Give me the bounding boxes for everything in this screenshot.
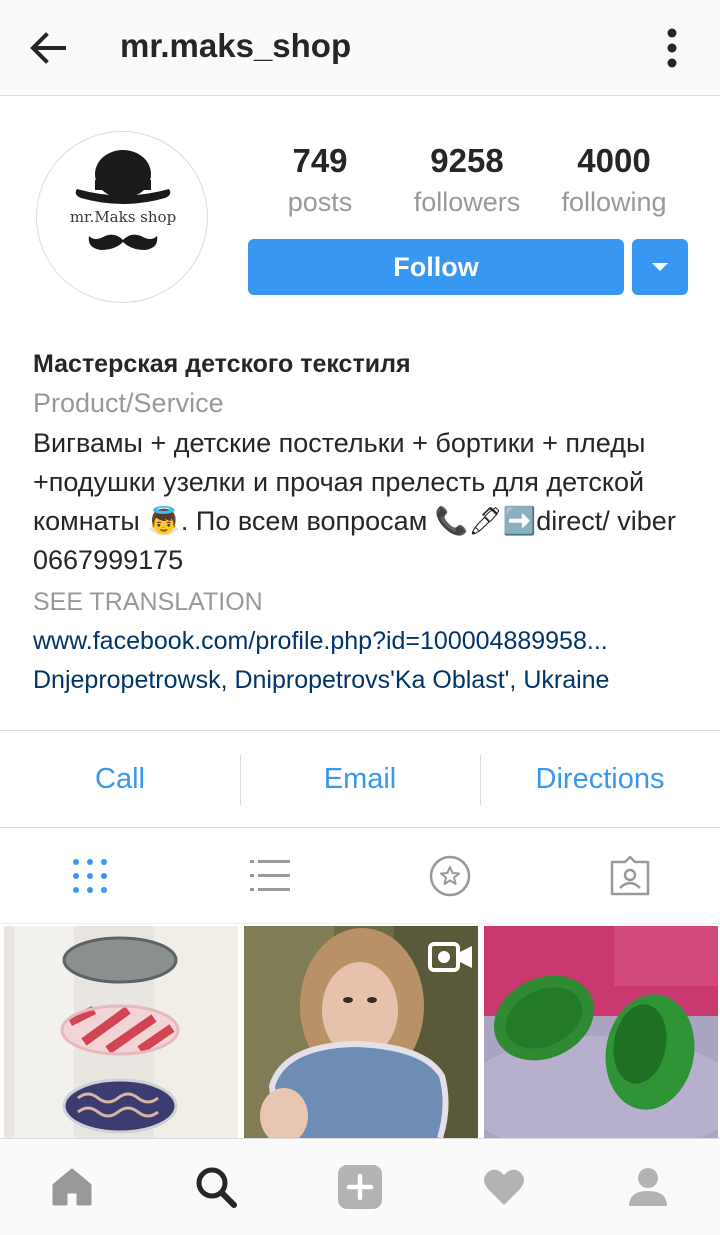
profile-icon [629,1168,667,1206]
bottom-navigation [0,1138,720,1235]
bio-website-link[interactable]: www.facebook.com/profile.php?id=10000488… [33,622,693,660]
post-thumbnail[interactable] [484,926,718,1138]
nav-add-post-button[interactable] [288,1139,432,1235]
top-bar: mr.maks_shop [0,0,720,96]
following-label: following [561,187,667,217]
followers-stat[interactable]: 9258 followers [392,140,542,222]
posts-stat[interactable]: 749 posts [245,140,395,222]
see-translation-link[interactable]: SEE TRANSLATION [33,582,693,622]
tab-tagged-view[interactable] [540,828,720,923]
following-stat[interactable]: 4000 following [539,140,689,222]
bio-category: Product/Service [33,388,224,418]
suggestions-dropdown-button[interactable] [632,239,688,295]
directions-button[interactable]: Directions [480,731,720,827]
profile-username: mr.maks_shop [120,27,352,64]
add-post-icon [338,1165,382,1209]
post-thumbnail[interactable] [4,926,238,1138]
contact-options: Call Email Directions [0,730,720,828]
posts-label: posts [287,187,353,217]
list-icon [250,859,290,891]
nav-profile-button[interactable] [576,1139,720,1235]
heart-icon [484,1169,524,1205]
following-count: 4000 [577,142,651,179]
arrow-left-icon [30,32,66,64]
bio-description: Вигвамы + детские постельки + бортики + … [33,428,676,575]
bio-full-name: Мастерская детского текстиля [33,350,411,378]
nav-activity-button[interactable] [432,1139,576,1235]
search-icon [196,1167,237,1208]
tagged-photo-icon [610,855,650,895]
tab-saved-view[interactable] [360,828,540,923]
post-grid [0,926,720,1138]
woman-with-mask-photo [244,926,478,1138]
follow-button[interactable]: Follow [248,239,624,295]
sleep-masks-photo [4,926,238,1138]
star-circle-icon [429,855,471,896]
profile-bio: Мастерская детского текстиля Product/Ser… [33,344,693,700]
bio-location-link[interactable]: Dnjepropetrowsk, Dnipropetrovs'Ka Oblast… [33,660,693,700]
back-button[interactable] [26,26,70,70]
posts-count: 749 [292,142,348,179]
profile-view-tabs [0,828,720,924]
followers-label: followers [413,187,521,217]
green-booties-photo [484,926,718,1138]
tab-grid-view[interactable] [0,828,180,923]
nav-home-button[interactable] [0,1139,144,1235]
tab-list-view[interactable] [180,828,360,923]
followers-count: 9258 [430,142,504,179]
email-button[interactable]: Email [240,731,480,827]
more-vertical-icon [667,28,677,68]
logo-lettering: mr.Maks shop [70,208,176,226]
caret-down-icon [652,263,668,271]
call-button[interactable]: Call [0,731,240,827]
grid-icon [73,858,107,893]
post-thumbnail[interactable] [244,926,478,1138]
more-options-button[interactable] [652,24,692,72]
nav-search-button[interactable] [144,1139,288,1235]
profile-avatar[interactable]: mr.Maks shop [36,131,208,303]
home-icon [52,1168,92,1206]
shop-logo-image: mr.Maks shop [70,150,176,250]
